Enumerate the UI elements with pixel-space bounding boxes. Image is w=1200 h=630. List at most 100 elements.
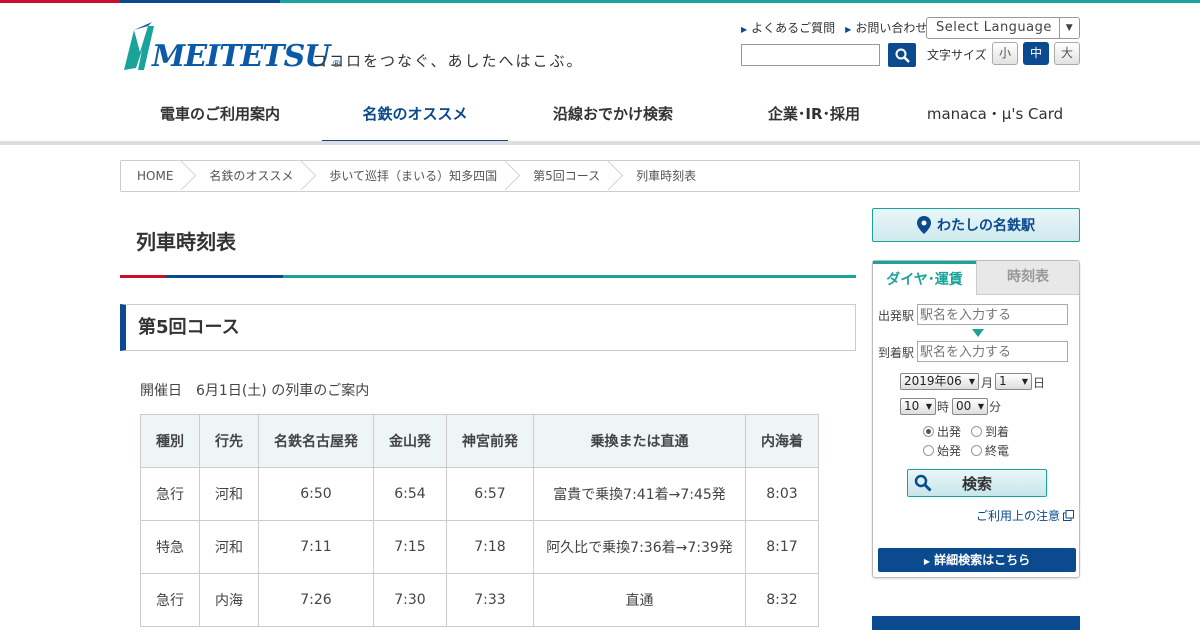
table-cell: 急行 [140, 467, 200, 521]
radio-first-train[interactable]: 始発 [923, 442, 961, 459]
meitetsu-logo[interactable]: MEITETSU ® [122, 22, 341, 72]
route-search-button[interactable]: 検索 [907, 469, 1047, 497]
site-search-button[interactable] [888, 43, 916, 67]
chevron-down-icon: ▼ [1059, 18, 1079, 38]
table-cell: 7:11 [258, 520, 374, 574]
breadcrumb: HOME 名鉄のオススメ 歩いて巡拝（まいる）知多四国 第5回コース 列車時刻表 [120, 160, 1080, 192]
timetable: 種別 行先 名鉄名古屋発 金山発 神宮前発 乗換または直通 内海着 急行 河和 … [140, 414, 819, 627]
page-title: 列車時刻表 [136, 230, 236, 254]
from-station-label: 出発駅 [878, 309, 915, 323]
chevron-down-icon: ▼ [968, 377, 975, 386]
to-station-input[interactable] [917, 341, 1068, 362]
day-unit: 日 [1033, 376, 1046, 390]
radio-last-train-label: 終電 [985, 444, 1010, 458]
table-cell: 6:50 [258, 467, 374, 521]
hour-unit: 時 [937, 400, 950, 414]
contact-link-label: お問い合わせ [855, 21, 928, 35]
tab-fare[interactable]: ダイヤ･運賃 [873, 261, 976, 295]
minute-select[interactable]: 00 ▼ [952, 398, 988, 415]
radio-departure[interactable]: 出発 [923, 423, 961, 440]
advanced-search-button[interactable]: ▶ 詳細検索はこちら [878, 548, 1076, 572]
table-cell: 8:03 [745, 467, 819, 521]
nav-outing-search[interactable]: 沿線おでかけ検索 [508, 90, 718, 144]
nav-manaca[interactable]: manaca・μ's Card [910, 90, 1080, 144]
column-header: 乗換または直通 [533, 414, 746, 468]
table-cell: 富貴で乗換7:41着→7:45発 [533, 467, 746, 521]
month-unit: 月 [981, 376, 994, 390]
table-cell: 直通 [533, 573, 746, 627]
breadcrumb-pilgrimage[interactable]: 歩いて巡拝（まいる）知多四国 [309, 161, 513, 191]
utility-links: ▶ よくあるご質問 ▶ お問い合わせ [741, 19, 927, 36]
table-cell: 7:18 [446, 520, 534, 574]
triangle-right-icon: ▶ [845, 25, 852, 34]
minute-value: 00 [956, 399, 972, 413]
site-search-input[interactable] [741, 44, 880, 66]
radio-selected-icon [923, 426, 934, 437]
chevron-down-icon: ▼ [1021, 377, 1028, 386]
route-search-button-label: 検索 [961, 474, 992, 493]
breadcrumb-home[interactable]: HOME [121, 161, 189, 191]
to-station-label: 到着駅 [878, 346, 915, 360]
my-meitetsu-station-button[interactable]: わたしの名鉄駅 [872, 208, 1080, 242]
nav-divider [0, 141, 1200, 145]
table-row: 急行 河和 6:50 6:54 6:57 富貴で乗換7:41着→7:45発 8:… [140, 467, 819, 521]
breadcrumb-course5[interactable]: 第5回コース [513, 161, 616, 191]
brand-color-bar [0, 0, 1200, 3]
column-header: 内海着 [745, 414, 819, 468]
search-icon [914, 474, 932, 492]
meitetsu-logo-mark-icon [124, 22, 154, 70]
table-cell: 7:26 [258, 573, 374, 627]
font-size-small-button[interactable]: 小 [992, 42, 1018, 65]
font-size-medium-button[interactable]: 中 [1023, 42, 1049, 65]
my-meitetsu-station-label: わたしの名鉄駅 [937, 218, 1035, 234]
day-select[interactable]: 1 ▼ [995, 373, 1032, 390]
table-cell: 特急 [140, 520, 200, 574]
column-header: 神宮前発 [446, 414, 534, 468]
faq-link-label: よくあるご質問 [751, 21, 836, 35]
contact-link[interactable]: ▶ お問い合わせ [845, 19, 927, 36]
table-cell: 8:32 [745, 573, 819, 627]
minute-unit: 分 [989, 400, 1002, 414]
table-cell: 河和 [199, 467, 259, 521]
event-date: 開催日 6月1日(土) の列車のご案内 [140, 383, 370, 399]
tagline: ココロをつなぐ、あしたへはこぶ。 [312, 52, 584, 70]
year-month-select[interactable]: 2019年06 ▼ [900, 373, 979, 390]
table-cell: 7:15 [373, 520, 447, 574]
title-underline [120, 275, 856, 278]
radio-unselected-icon [923, 445, 934, 456]
column-header: 種別 [140, 414, 200, 468]
triangle-right-icon: ▶ [923, 557, 931, 566]
table-cell: 7:30 [373, 573, 447, 627]
route-search-widget: ダイヤ･運賃 時刻表 出発駅 到着駅 2019年06▼ 月 1▼ 日 10▼ 時… [872, 260, 1080, 578]
table-cell: 急行 [140, 573, 200, 627]
tab-timetable[interactable]: 時刻表 [976, 261, 1079, 295]
language-select[interactable]: Select Language ▼ [926, 17, 1080, 39]
table-cell: 8:17 [745, 520, 819, 574]
column-header: 名鉄名古屋発 [258, 414, 374, 468]
section-heading: 第5回コース [120, 304, 856, 351]
from-station-input[interactable] [917, 304, 1068, 325]
logo-wordmark: MEITETSU [152, 39, 330, 74]
table-row: 急行 内海 7:26 7:30 7:33 直通 8:32 [140, 573, 819, 627]
font-size-large-button[interactable]: 大 [1054, 42, 1080, 65]
column-header: 金山発 [373, 414, 447, 468]
language-select-value: Select Language [936, 20, 1052, 35]
breadcrumb-recommend[interactable]: 名鉄のオススメ [189, 161, 309, 191]
nav-corporate[interactable]: 企業･IR･採用 [718, 90, 910, 144]
faq-link[interactable]: ▶ よくあるご質問 [741, 19, 835, 36]
breadcrumb-current: 列車時刻表 [636, 169, 697, 183]
nav-train-guide[interactable]: 電車のご利用案内 [120, 90, 320, 144]
radio-arrival[interactable]: 到着 [971, 423, 1009, 440]
timetable-header-row: 種別 行先 名鉄名古屋発 金山発 神宮前発 乗換または直通 内海着 [140, 414, 819, 468]
nav-recommend[interactable]: 名鉄のオススメ [322, 90, 508, 144]
chevron-down-icon: ▼ [977, 402, 984, 411]
table-cell: 河和 [199, 520, 259, 574]
hour-select[interactable]: 10 ▼ [900, 398, 936, 415]
radio-unselected-icon [971, 445, 982, 456]
radio-unselected-icon [971, 426, 982, 437]
usage-notes-link[interactable]: ご利用上の注意 [976, 507, 1075, 524]
table-cell: 6:57 [446, 467, 534, 521]
radio-last-train[interactable]: 終電 [971, 442, 1009, 459]
table-row: 特急 河和 7:11 7:15 7:18 阿久比で乗換7:36着→7:39発 8… [140, 520, 819, 574]
radio-departure-label: 出発 [937, 425, 962, 439]
